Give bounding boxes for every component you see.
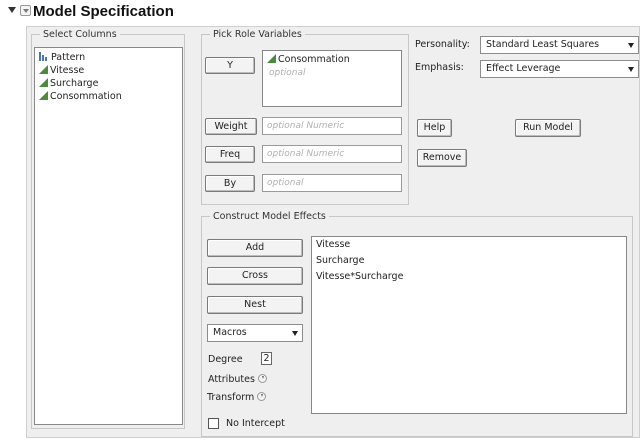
nest-button[interactable]: Nest xyxy=(207,296,303,314)
emphasis-select[interactable]: Effect Leverage xyxy=(480,60,639,78)
continuous-triangle-icon xyxy=(39,91,48,100)
column-item-vitesse[interactable]: Vitesse xyxy=(39,64,84,77)
y-role-button[interactable]: Y xyxy=(205,57,255,74)
transform-control[interactable]: Transform xyxy=(207,392,267,403)
y-role-item[interactable]: Consommation xyxy=(267,53,350,66)
attributes-control[interactable]: Attributes xyxy=(208,374,267,385)
page-title: Model Specification xyxy=(33,3,174,20)
effect-item-vitesse[interactable]: Vitesse xyxy=(316,239,350,250)
y-optional-hint: optional xyxy=(269,68,306,78)
chevron-down-icon xyxy=(292,331,298,336)
personality-label: Personality: xyxy=(415,39,470,50)
weight-field[interactable]: optional Numeric xyxy=(262,117,402,135)
title-bar: Model Specification xyxy=(0,0,641,26)
continuous-triangle-icon xyxy=(267,54,276,63)
no-intercept-label: No Intercept xyxy=(226,418,285,429)
cross-button[interactable]: Cross xyxy=(207,267,303,285)
column-item-pattern[interactable]: Pattern xyxy=(39,51,85,64)
weight-role-button[interactable]: Weight xyxy=(205,118,257,135)
column-item-consommation[interactable]: Consommation xyxy=(39,90,122,103)
degree-label: Degree xyxy=(208,354,243,365)
effect-item-vitesse-surcharge[interactable]: Vitesse*Surcharge xyxy=(316,271,403,282)
by-role-button[interactable]: By xyxy=(205,175,255,192)
dropdown-circle-icon[interactable] xyxy=(257,392,267,401)
add-button[interactable]: Add xyxy=(207,239,303,257)
continuous-triangle-icon xyxy=(39,65,48,74)
red-triangle-menu-icon[interactable] xyxy=(20,5,31,16)
by-field[interactable]: optional xyxy=(262,174,402,192)
column-item-surcharge[interactable]: Surcharge xyxy=(39,77,98,90)
effect-item-surcharge[interactable]: Surcharge xyxy=(316,255,364,266)
run-model-button[interactable]: Run Model xyxy=(515,119,581,137)
dropdown-circle-icon[interactable] xyxy=(257,374,267,383)
pick-role-legend: Pick Role Variables xyxy=(213,29,302,40)
nominal-bars-icon xyxy=(39,52,49,61)
continuous-triangle-icon xyxy=(39,78,48,87)
disclosure-triangle-icon[interactable] xyxy=(8,7,16,13)
macros-select[interactable]: Macros xyxy=(207,324,303,342)
chevron-down-icon xyxy=(628,67,634,72)
model-specification-panel: Select Columns Pattern Vitesse Surcharge… xyxy=(26,26,640,438)
freq-role-button[interactable]: Freq xyxy=(205,146,255,163)
no-intercept-checkbox[interactable] xyxy=(208,418,219,429)
model-effects-list[interactable]: Vitesse Surcharge Vitesse*Surcharge xyxy=(311,236,627,414)
personality-select[interactable]: Standard Least Squares xyxy=(480,36,639,54)
construct-legend: Construct Model Effects xyxy=(213,211,326,222)
column-list[interactable]: Pattern Vitesse Surcharge Consommation xyxy=(34,47,183,425)
degree-input[interactable]: 2 xyxy=(261,352,272,365)
remove-button[interactable]: Remove xyxy=(417,149,467,167)
help-button[interactable]: Help xyxy=(417,119,452,137)
freq-field[interactable]: optional Numeric xyxy=(262,145,402,163)
select-columns-legend: Select Columns xyxy=(43,29,117,40)
y-role-list[interactable]: Consommation optional xyxy=(262,50,402,107)
chevron-down-icon xyxy=(628,43,634,48)
emphasis-label: Emphasis: xyxy=(415,62,464,73)
